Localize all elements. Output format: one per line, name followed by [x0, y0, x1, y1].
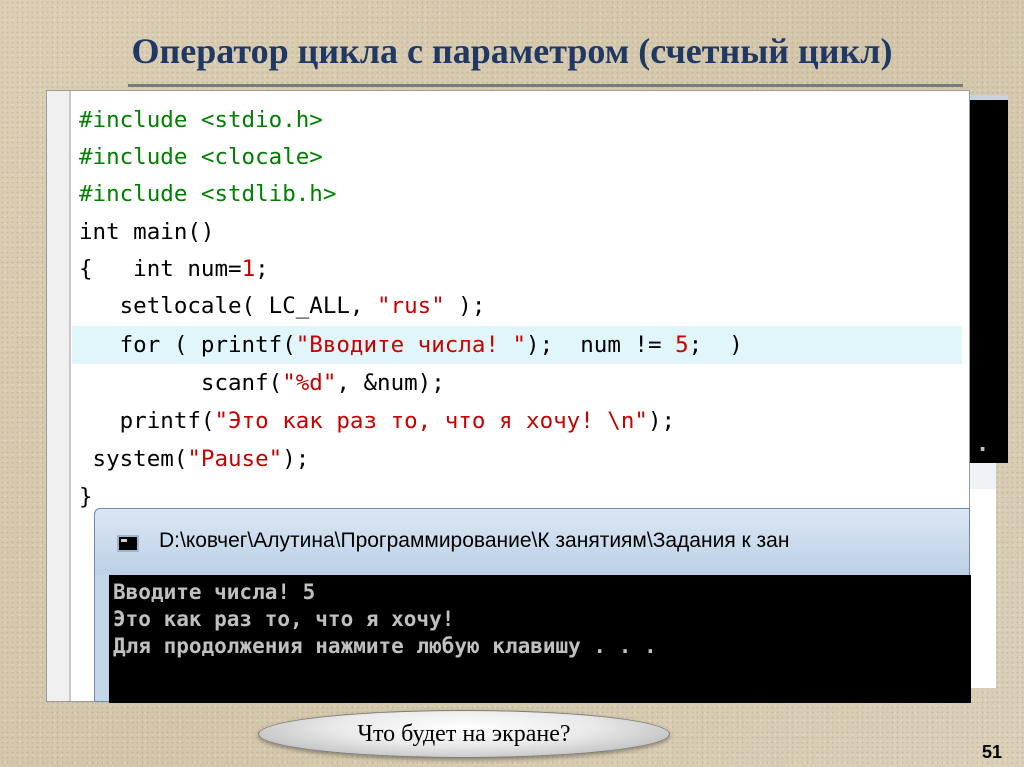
string-literal: "Вводите числа! "	[295, 332, 527, 358]
code-text: );	[444, 293, 486, 319]
code-text: setlocale( LC_ALL,	[79, 293, 378, 319]
code-line-3[interactable]: #include <stdlib.h>	[79, 175, 969, 213]
string-literal: "rus"	[377, 293, 445, 319]
numeric-literal: 1	[241, 256, 256, 282]
include-header: <stdio.h>	[200, 107, 323, 133]
include-header: <clocale>	[200, 144, 323, 170]
console-window-title: D:\ковчег\Алутина\Программирование\К зан…	[159, 529, 790, 552]
code-line-6[interactable]: setlocale( LC_ALL, "rus" );	[79, 287, 969, 325]
code-text: ;	[255, 256, 269, 282]
code-text: for ( printf(	[79, 332, 296, 358]
preprocessor-directive: #include	[79, 181, 201, 207]
string-literal: "Pause"	[187, 446, 283, 472]
string-literal: "Это как раз то, что я хочу! \n"	[214, 408, 648, 434]
code-line-8[interactable]: scanf("%d", &num);	[79, 364, 969, 402]
code-line-9[interactable]: printf("Это как раз то, что я хочу! \n")…	[79, 402, 969, 440]
code-line-5[interactable]: { int num=1;	[79, 250, 969, 288]
code-text: { int num=	[79, 256, 242, 282]
code-text: scanf(	[79, 370, 283, 396]
console-output-line: Для продолжения нажмите любую клавишу . …	[113, 634, 657, 658]
code-text: ; )	[688, 332, 743, 358]
code-text: );	[282, 446, 310, 472]
console-titlebar[interactable]: D:\ковчег\Алутина\Программирование\К зан…	[95, 509, 969, 575]
console-app-icon	[117, 535, 139, 552]
code-line-2[interactable]: #include <clocale>	[79, 138, 969, 176]
question-button[interactable]: Что будет на экране?	[258, 710, 670, 758]
code-line-1[interactable]: #include <stdio.h>	[79, 101, 969, 139]
code-text: }	[79, 484, 93, 510]
console-output[interactable]: Вводите числа! 5 Это как раз то, что я х…	[109, 575, 971, 703]
preprocessor-directive: #include	[79, 144, 201, 170]
numeric-literal: 5	[675, 332, 689, 358]
console-output-line: Вводите числа! 5	[113, 580, 316, 604]
editor-gutter	[47, 91, 71, 701]
include-header: <stdlib.h>	[200, 181, 337, 207]
background-window-strip	[970, 463, 996, 688]
title-divider	[128, 84, 963, 87]
string-literal: "%d"	[282, 370, 337, 396]
background-console-dots: .	[976, 432, 990, 457]
slide-title: Оператор цикла с параметром (счетный цик…	[131, 31, 893, 71]
code-text: , &num);	[336, 370, 445, 396]
code-line-4[interactable]: int main()	[79, 213, 969, 251]
console-window[interactable]: D:\ковчег\Алутина\Программирование\К зан…	[94, 508, 971, 703]
console-output-line: Это как раз то, что я хочу!	[113, 607, 455, 631]
code-text: );	[647, 408, 676, 434]
code-text: system(	[79, 446, 188, 472]
code-line-10[interactable]: system("Pause");	[79, 440, 969, 478]
code-line-7-current[interactable]: for ( printf("Вводите числа! "); num != …	[72, 326, 962, 364]
slide-number: 51	[982, 742, 1003, 762]
code-text: int main()	[79, 219, 215, 245]
preprocessor-directive: #include	[79, 107, 201, 133]
code-text: printf(	[79, 408, 215, 434]
code-text: ); num !=	[526, 332, 676, 358]
